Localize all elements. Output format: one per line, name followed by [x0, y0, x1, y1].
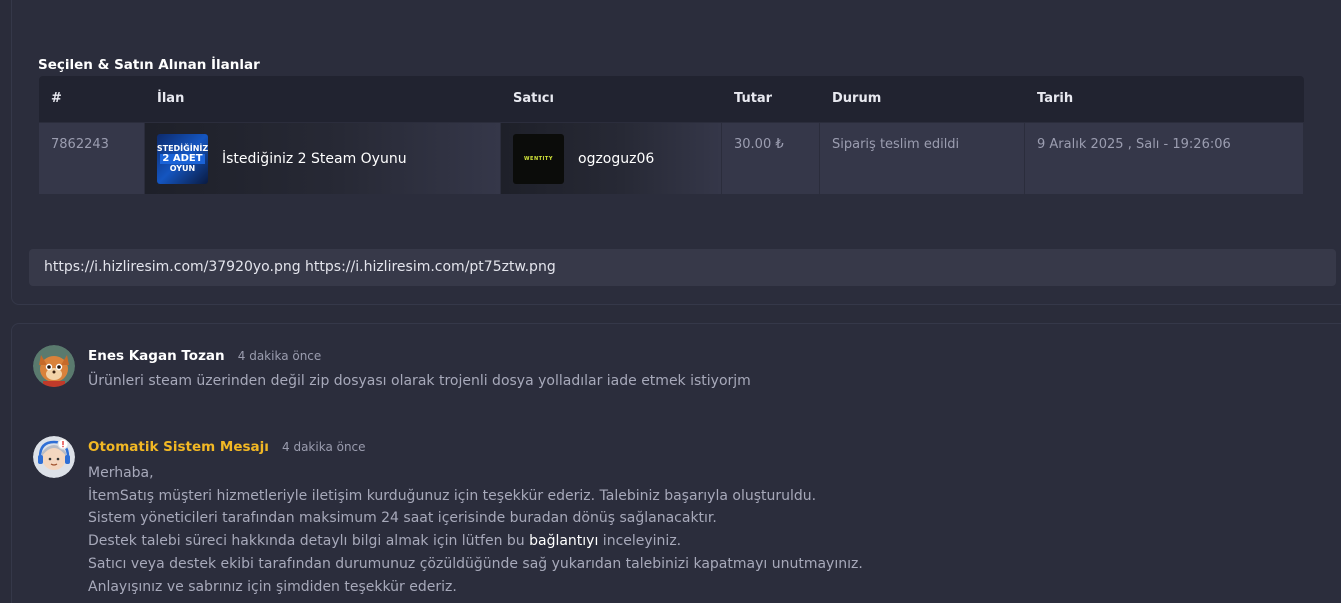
message-line: Sistem yöneticileri tarafından maksimum …	[88, 510, 717, 527]
message-time: 4 dakika önce	[237, 349, 322, 363]
message-header: Otomatik Sistem Mesajı 4 dakika önce	[88, 436, 366, 455]
table-row: 7862243 STEDİĞİNİZ 2 ADET OYUN İstediğin…	[39, 123, 1304, 194]
orders-table: # İlan Satıcı Tutar Durum Tarih 7862243 …	[39, 76, 1304, 194]
seller-cell[interactable]: WENTITY ogzoguz06	[501, 123, 722, 194]
message-author[interactable]: Otomatik Sistem Mesajı	[88, 439, 269, 455]
info-link[interactable]: bağlantıyı	[529, 533, 598, 549]
message-line: Anlayışınız ve sabrınız için şimdiden te…	[88, 578, 457, 595]
support-agent-icon	[33, 436, 75, 478]
section-title: Seçilen & Satın Alınan İlanlar	[38, 57, 260, 73]
order-amount: 30.00 ₺	[722, 123, 820, 194]
message-line: Destek talebi süreci hakkında detaylı bi…	[88, 530, 863, 553]
header-amount: Tutar	[734, 91, 773, 106]
seller-name[interactable]: ogzoguz06	[578, 151, 654, 167]
order-date: 9 Aralık 2025 , Salı - 19:26:06	[1025, 123, 1304, 194]
thumb-text-1: STEDİĞİNİZ	[157, 143, 208, 153]
message-text: Merhaba, İtemSatış müşteri hizmetleriyle…	[88, 462, 863, 598]
fox-avatar-icon	[33, 345, 75, 387]
message-line: Satıcı veya destek ekibi tarafından duru…	[88, 555, 863, 572]
order-status: Sipariş teslim edildi	[820, 123, 1025, 194]
seller-logo-text: WENTITY	[524, 155, 553, 162]
listing-cell[interactable]: STEDİĞİNİZ 2 ADET OYUN İstediğiniz 2 Ste…	[145, 123, 501, 194]
message-header: Enes Kagan Tozan 4 dakika önce	[88, 345, 321, 364]
thumb-text-3: OYUN	[169, 163, 196, 173]
image-links[interactable]: https://i.hizliresim.com/37920yo.png htt…	[29, 249, 1336, 286]
message-text: Ürünleri steam üzerinden değil zip dosya…	[88, 373, 751, 389]
line-text-before: Destek talebi süreci hakkında detaylı bi…	[88, 533, 530, 550]
header-status: Durum	[832, 91, 882, 106]
line-text-after: inceleyiniz.	[598, 533, 682, 550]
message-author[interactable]: Enes Kagan Tozan	[88, 348, 225, 364]
thumb-text-2: 2 ADET	[160, 152, 205, 164]
header-id: #	[51, 91, 62, 106]
order-id: 7862243	[39, 123, 145, 194]
page: Seçilen & Satın Alınan İlanlar # İlan Sa…	[0, 0, 1341, 603]
listing-thumbnail[interactable]: STEDİĞİNİZ 2 ADET OYUN	[157, 133, 208, 184]
header-listing: İlan	[157, 91, 185, 106]
message-line: İtemSatış müşteri hizmetleriyle iletişim…	[88, 487, 817, 504]
message-line: Merhaba,	[88, 465, 154, 481]
listing-title[interactable]: İstediğiniz 2 Steam Oyunu	[222, 151, 407, 167]
header-seller: Satıcı	[513, 91, 554, 106]
header-date: Tarih	[1037, 91, 1074, 106]
seller-avatar[interactable]: WENTITY	[513, 133, 564, 184]
table-header: # İlan Satıcı Tutar Durum Tarih	[39, 76, 1304, 122]
message-time: 4 dakika önce	[282, 440, 366, 454]
